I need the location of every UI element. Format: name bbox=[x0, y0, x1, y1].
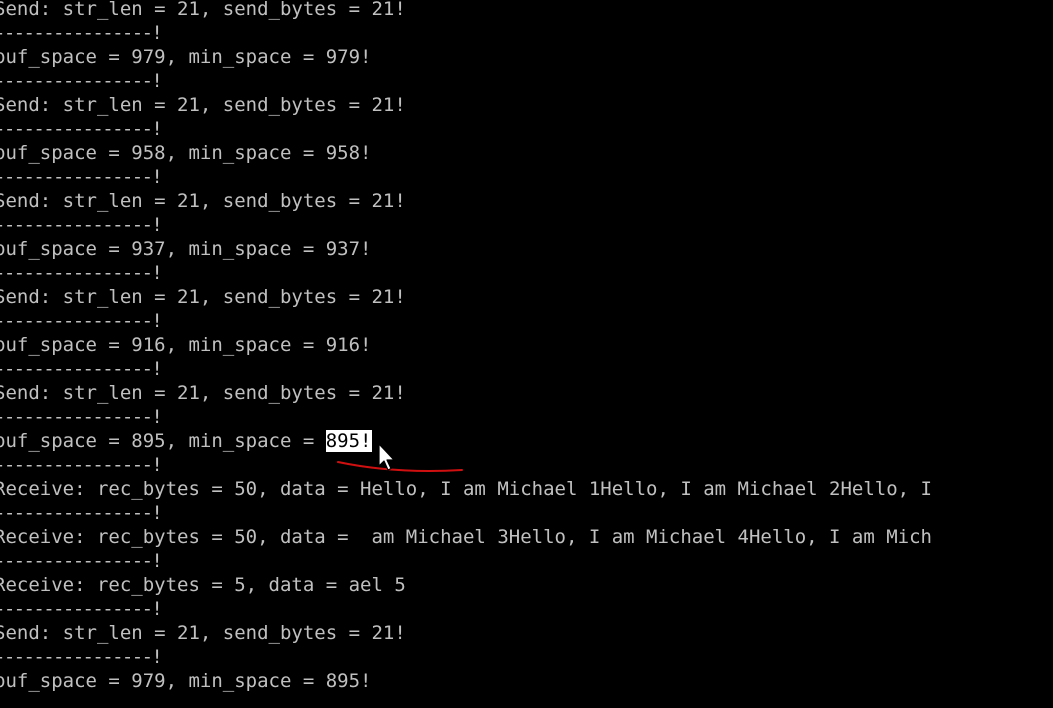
console-line-text: buf_space = 895, min_space = bbox=[0, 430, 326, 452]
console-line: buf_space = 916, min_space = 916! bbox=[0, 334, 372, 356]
console-line: Send: str_len = 21, send_bytes = 21! bbox=[0, 382, 406, 404]
console-separator: ----------------! bbox=[0, 358, 163, 380]
console-line: Receive: rec_bytes = 50, data = am Micha… bbox=[0, 526, 932, 548]
console-line: Send: str_len = 21, send_bytes = 21! bbox=[0, 622, 406, 644]
console-separator: ----------------! bbox=[0, 262, 163, 284]
console-line: Send: str_len = 21, send_bytes = 21! bbox=[0, 0, 406, 20]
console-separator: ----------------! bbox=[0, 70, 163, 92]
console-line: Receive: rec_bytes = 5, data = ael 5 bbox=[0, 574, 406, 596]
console-line: Send: str_len = 21, send_bytes = 21! bbox=[0, 286, 406, 308]
console-line: Send: str_len = 21, send_bytes = 21! bbox=[0, 190, 406, 212]
console-line: Send: str_len = 21, send_bytes = 21! bbox=[0, 94, 406, 116]
console-line: buf_space = 979, min_space = 895! bbox=[0, 670, 372, 692]
console-separator: ----------------! bbox=[0, 406, 163, 428]
console-separator: ----------------! bbox=[0, 118, 163, 140]
console-separator: ----------------! bbox=[0, 166, 163, 188]
console-separator: ----------------! bbox=[0, 214, 163, 236]
console-separator: ----------------! bbox=[0, 454, 163, 476]
console-line: buf_space = 979, min_space = 979! bbox=[0, 46, 372, 68]
console-line-with-selection: buf_space = 895, min_space = 895! bbox=[0, 429, 372, 453]
console-separator: ----------------! bbox=[0, 310, 163, 332]
console-separator: ----------------! bbox=[0, 550, 163, 572]
console-separator: ----------------! bbox=[0, 502, 163, 524]
console-separator: ----------------! bbox=[0, 646, 163, 668]
console-line: Receive: rec_bytes = 50, data = Hello, I… bbox=[0, 478, 932, 500]
console-separator: ----------------! bbox=[0, 22, 163, 44]
console-line: buf_space = 958, min_space = 958! bbox=[0, 142, 372, 164]
console-separator: ----------------! bbox=[0, 598, 163, 620]
console-window[interactable]: Send: str_len = 21, send_bytes = 21! ---… bbox=[0, 0, 1053, 708]
console-line: buf_space = 937, min_space = 937! bbox=[0, 238, 372, 260]
selected-text[interactable]: 895! bbox=[325, 430, 372, 452]
